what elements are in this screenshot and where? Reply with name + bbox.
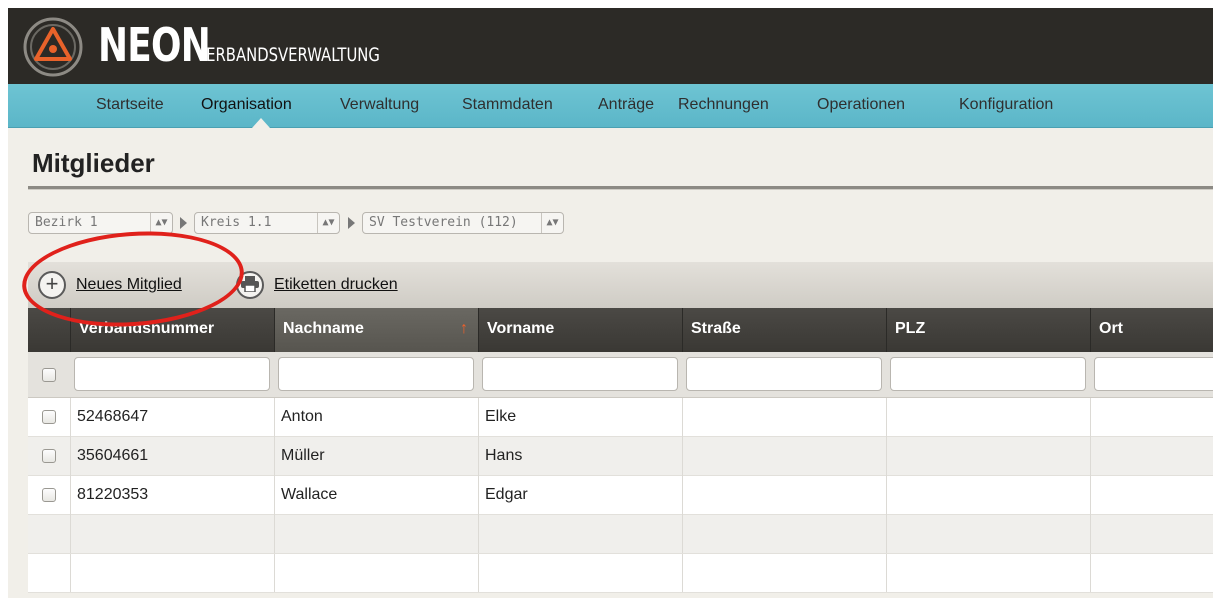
nav-item-operationen[interactable]: Operationen [817,96,905,114]
nav-item-stammdaten[interactable]: Stammdaten [462,96,553,114]
bezirk-select[interactable]: Bezirk 1 ▲▼ [28,212,173,234]
select-arrows-icon: ▲▼ [150,213,172,233]
column-header-vorname[interactable]: Vorname [478,308,682,352]
select-arrows-icon: ▲▼ [541,213,563,233]
column-header-nachname-label: Nachname [283,320,364,337]
print-labels-button[interactable]: Etiketten drucken [274,276,398,294]
printer-icon[interactable] [236,271,264,299]
filter-ort-input[interactable] [1094,357,1213,391]
cell-plz [886,476,1090,515]
app-window: NEON VERBANDSVERWALTUNG Startseite Organ… [8,8,1213,598]
table-row[interactable]: 81220353 Wallace Edgar [28,476,1213,515]
cell-nachname: Anton [274,398,478,437]
page-title: Mitglieder [32,148,155,178]
column-header-plz[interactable]: PLZ [886,308,1090,352]
row-checkbox[interactable] [42,488,56,502]
cell-strasse [682,476,886,515]
cell-plz [886,398,1090,437]
kreis-select-value: Kreis 1.1 [201,215,272,230]
cell-strasse [682,398,886,437]
add-icon[interactable]: + [38,271,66,299]
filter-plz-input[interactable] [890,357,1086,391]
nav-item-organisation[interactable]: Organisation [201,96,292,114]
main-nav: Startseite Organisation Verwaltung Stamm… [8,84,1213,128]
cell-verbandsnummer: 35604661 [70,437,274,476]
cell-vorname: Elke [478,398,682,437]
cell-verbandsnummer: 52468647 [70,398,274,437]
select-all-checkbox[interactable] [42,368,56,382]
nav-item-rechnungen[interactable]: Rechnungen [678,96,769,114]
filter-vorname-input[interactable] [482,357,678,391]
filter-nachname-input[interactable] [278,357,474,391]
neon-logo-icon [23,17,83,77]
nav-item-antraege[interactable]: Anträge [598,96,654,114]
cell-verbandsnummer: 81220353 [70,476,274,515]
nav-item-startseite[interactable]: Startseite [96,96,164,114]
table-header: Verbandsnummer Nachname ↑ Vorname Straße… [28,308,1213,352]
filter-strasse-input[interactable] [686,357,882,391]
new-member-button[interactable]: Neues Mitglied [76,276,182,294]
empty-table-row [28,554,1213,593]
select-arrows-icon: ▲▼ [317,213,339,233]
table-row[interactable]: 35604661 Müller Hans [28,437,1213,476]
cell-ort [1090,398,1213,437]
kreis-select[interactable]: Kreis 1.1 ▲▼ [194,212,340,234]
empty-table-row [28,515,1213,554]
breadcrumb-arrow-icon [180,217,187,229]
cell-plz [886,437,1090,476]
column-header-ort[interactable]: Ort [1090,308,1213,352]
column-header-nachname[interactable]: Nachname ↑ [274,308,478,352]
filter-row [28,352,1213,398]
row-checkbox[interactable] [42,410,56,424]
column-header-verbandsnummer[interactable]: Verbandsnummer [70,308,274,352]
brand-subtitle: VERBANDSVERWALTUNG [196,44,380,66]
row-checkbox[interactable] [42,449,56,463]
cell-nachname: Müller [274,437,478,476]
cell-nachname: Wallace [274,476,478,515]
breadcrumb-arrow-icon [348,217,355,229]
table-row[interactable]: 52468647 Anton Elke [28,398,1213,437]
title-divider [28,186,1213,190]
cell-vorname: Hans [478,437,682,476]
verein-select-value: SV Testverein (112) [369,215,518,230]
cell-ort [1090,476,1213,515]
column-header-strasse[interactable]: Straße [682,308,886,352]
cell-ort [1090,437,1213,476]
app-header: NEON VERBANDSVERWALTUNG [8,8,1213,84]
filter-verbandsnummer-input[interactable] [74,357,270,391]
header-select-column [28,308,70,352]
nav-item-verwaltung[interactable]: Verwaltung [340,96,419,114]
nav-item-konfiguration[interactable]: Konfiguration [959,96,1053,114]
sort-ascending-icon: ↑ [460,320,468,337]
active-nav-indicator [252,118,270,128]
cell-vorname: Edgar [478,476,682,515]
brand-name: NEON [98,18,211,72]
grid-toolbar: + Neues Mitglied Etiketten drucken [28,262,1213,308]
verein-select[interactable]: SV Testverein (112) ▲▼ [362,212,564,234]
bezirk-select-value: Bezirk 1 [35,215,98,230]
cell-strasse [682,437,886,476]
